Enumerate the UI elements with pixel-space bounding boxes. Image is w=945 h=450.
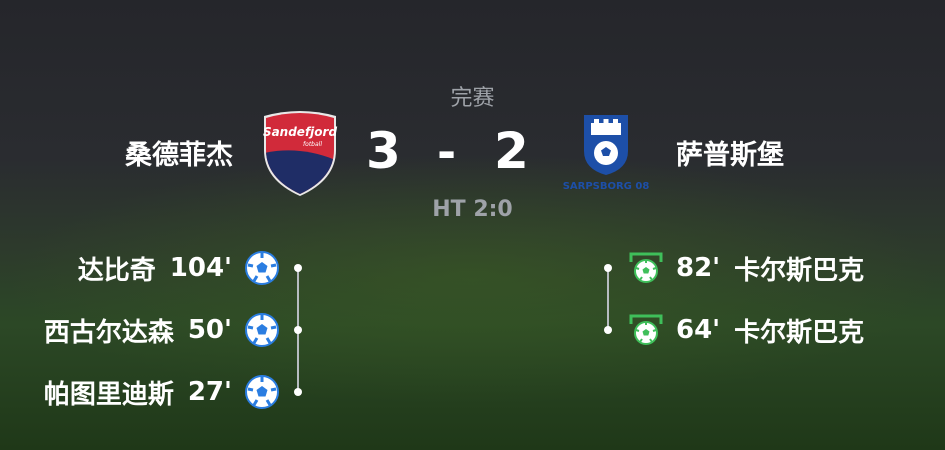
away-timeline-dot: [604, 264, 612, 272]
goal-scorer: 卡尔斯巴克: [734, 317, 865, 348]
home-timeline-dot: [294, 388, 302, 396]
goal-minute: 64': [676, 315, 721, 345]
goal-net-ball-icon: [629, 314, 663, 345]
halftime-score: HT 2:0: [432, 197, 513, 222]
away-goal-event[interactable]: 64' 卡尔斯巴克: [628, 310, 864, 350]
away-team-logo[interactable]: SARPSBORG 08: [558, 113, 654, 193]
away-logo-text: SARPSBORG 08: [563, 181, 650, 192]
away-team-name[interactable]: 萨普斯堡: [676, 133, 784, 172]
goal-scorer: 帕图里迪斯: [43, 379, 174, 410]
soccer-ball-icon: [245, 313, 279, 347]
home-logo-text: Sandefjord: [263, 125, 338, 139]
goal-minute: 82': [676, 253, 721, 283]
soccer-ball-icon: [245, 251, 279, 285]
match-status: 完赛: [450, 86, 495, 111]
home-timeline-dot: [294, 264, 302, 272]
away-score: 2: [494, 122, 529, 180]
goal-net-ball-icon: [629, 252, 663, 283]
goal-minute: 104': [169, 253, 232, 283]
goal-minute: 27': [187, 377, 232, 407]
home-timeline-dot: [294, 326, 302, 334]
home-team-logo[interactable]: Sandefjord fotball: [260, 110, 340, 196]
away-timeline-dot: [604, 326, 612, 334]
goal-scorer: 达比奇: [77, 255, 156, 286]
home-logo-subtext: fotball: [303, 141, 322, 148]
home-goal-event[interactable]: 帕图里迪斯 27': [44, 372, 280, 412]
home-score: 3: [366, 122, 401, 180]
away-timeline-line: [607, 268, 609, 330]
away-goal-event[interactable]: 82' 卡尔斯巴克: [628, 248, 864, 288]
goal-scorer: 卡尔斯巴克: [734, 255, 865, 286]
home-goal-event[interactable]: 达比奇 104': [78, 248, 280, 288]
goal-scorer: 西古尔达森: [43, 317, 174, 348]
score-separator: -: [437, 125, 457, 179]
home-team-name[interactable]: 桑德菲杰: [125, 133, 233, 172]
goal-minute: 50': [187, 315, 232, 345]
home-goal-event[interactable]: 西古尔达森 50': [44, 310, 280, 350]
soccer-ball-icon: [245, 375, 279, 409]
